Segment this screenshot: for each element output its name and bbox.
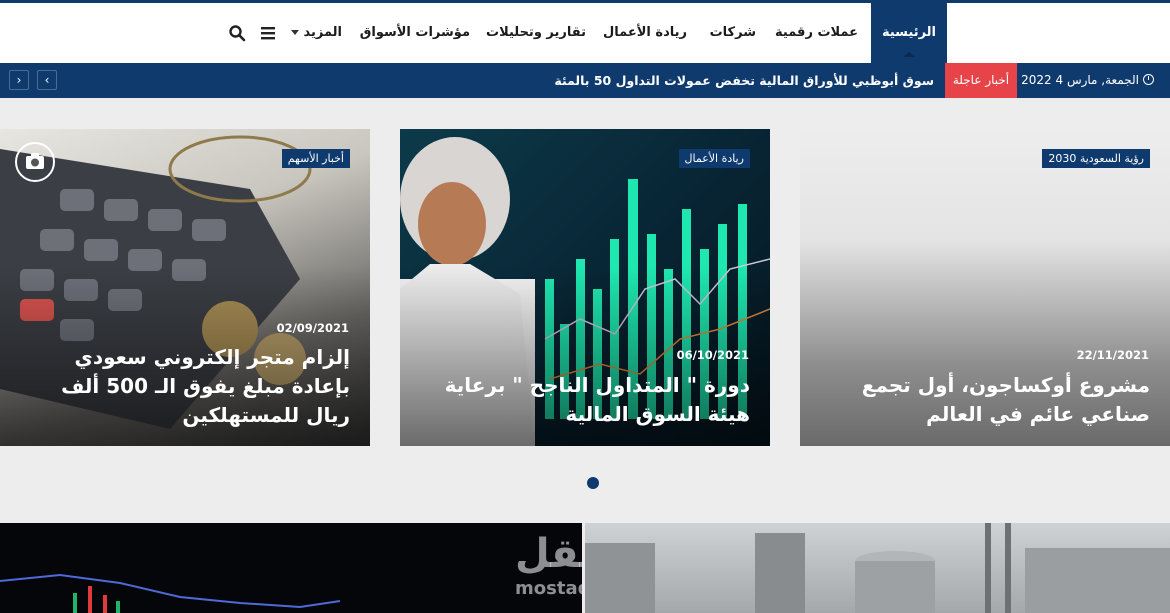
slider-dot-active[interactable] <box>587 477 599 489</box>
clock-icon <box>1143 74 1154 85</box>
top-navigation: الرئيسية عملات رقمية شركات ريادة الأعمال… <box>0 0 1170 63</box>
chevron-down-icon <box>290 30 299 35</box>
chevron-right-icon: › <box>16 73 22 87</box>
nav-item-label: مؤشرات الأسواق <box>359 25 470 40</box>
nav-item-crypto[interactable]: عملات رقمية <box>775 3 858 63</box>
slide-card[interactable]: رؤية السعودية 2030 22/11/2021 مشروع أوكس… <box>800 129 1170 446</box>
nav-item-label: ريادة الأعمال <box>602 25 687 40</box>
nav-item-label: عملات رقمية <box>775 25 858 40</box>
ticker-next-button[interactable]: › <box>9 70 29 90</box>
post-title[interactable]: مشروع أوكساجون، أول تجمع صناعي عائم في ا… <box>815 371 1150 429</box>
current-date-text: الجمعة, مارس 4 2022 <box>1021 73 1139 87</box>
post-date: 02/09/2021 <box>276 321 349 335</box>
post-title[interactable]: إلزام متجر إلكتروني سعودي بإعادة مبلغ يف… <box>15 343 350 430</box>
category-tag[interactable]: ريادة الأعمال <box>678 149 750 168</box>
search-icon[interactable] <box>227 23 247 43</box>
nav-item-entrepreneurship[interactable]: ريادة الأعمال <box>603 3 687 63</box>
breaking-news-headline[interactable]: سوق أبوظبي للأوراق المالية تخفض عمولات ا… <box>554 63 934 98</box>
nav-item-reports[interactable]: تقارير وتحليلات <box>486 3 586 63</box>
chevron-left-icon: ‹ <box>44 73 50 87</box>
article-image[interactable] <box>585 523 1170 613</box>
category-tag[interactable]: رؤية السعودية 2030 <box>1042 149 1150 168</box>
ticker-prev-button[interactable]: ‹ <box>37 70 57 90</box>
article-image[interactable]: مستقل mostaql <box>0 523 582 613</box>
category-tag[interactable]: أخبار الأسهم <box>281 149 350 168</box>
nav-item-more[interactable]: المزيد <box>287 3 342 63</box>
watermark-latin: mostaql <box>515 578 582 599</box>
nav-item-label: المزيد <box>303 25 342 40</box>
slide-card[interactable]: أخبار الأسهم 02/09/2021 إلزام متجر إلكتر… <box>0 129 370 446</box>
watermark-arabic: مستقل <box>515 531 582 577</box>
post-title[interactable]: دورة " المتداول الناجح " برعاية هيئة الس… <box>415 371 750 429</box>
slide-card[interactable]: ريادة الأعمال 06/10/2021 دورة " المتداول… <box>400 129 770 446</box>
current-date: الجمعة, مارس 4 2022 <box>1021 63 1154 98</box>
breaking-news-bar: الجمعة, مارس 4 2022 أخبار عاجلة سوق أبوظ… <box>0 63 1170 98</box>
nav-item-home[interactable]: الرئيسية <box>871 3 947 63</box>
post-date: 06/10/2021 <box>676 348 749 362</box>
nav-item-companies[interactable]: شركات <box>710 3 756 63</box>
hamburger-icon[interactable] <box>258 23 278 43</box>
breaking-news-badge: أخبار عاجلة <box>945 63 1017 98</box>
nav-item-label: الرئيسية <box>881 25 937 40</box>
camera-icon <box>15 142 55 182</box>
nav-item-label: شركات <box>709 25 756 40</box>
nav-item-label: تقارير وتحليلات <box>486 25 586 40</box>
post-date: 22/11/2021 <box>1076 348 1149 362</box>
nav-item-market-indices[interactable]: مؤشرات الأسواق <box>360 3 470 63</box>
